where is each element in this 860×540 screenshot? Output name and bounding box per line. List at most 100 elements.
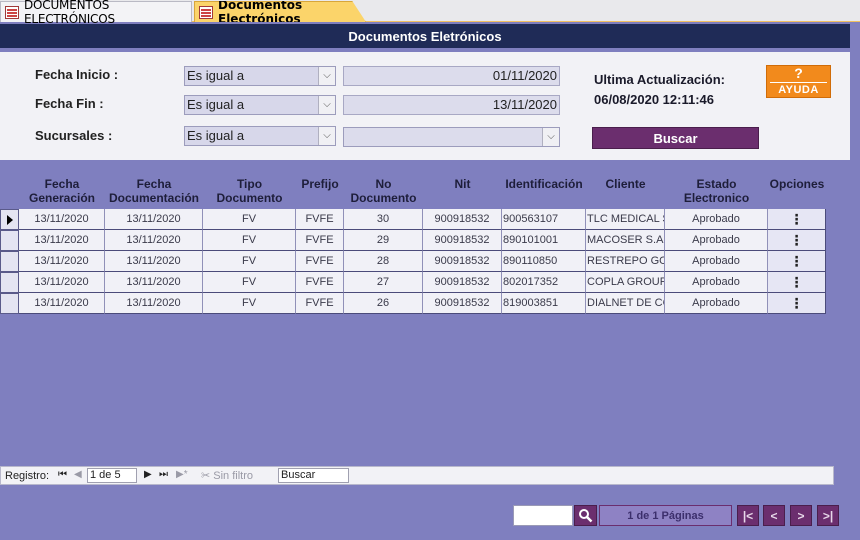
record-selector[interactable] (0, 209, 19, 230)
cell-fecha-generacion[interactable]: 13/11/2020 (19, 293, 105, 314)
cell-nit[interactable]: 900918532 (423, 293, 502, 314)
cell-identificacion[interactable]: 802017352 (502, 272, 586, 293)
chevron-down-icon[interactable]: ⌵ (318, 96, 335, 114)
record-selector[interactable] (0, 272, 19, 293)
cell-cliente[interactable]: MACOSER S.A. (586, 230, 665, 251)
header-cliente[interactable]: Cliente (586, 171, 665, 207)
options-menu-icon[interactable]: ⋮ (768, 230, 826, 251)
sucursales-label: Sucursales : (35, 128, 113, 143)
header-identificacion[interactable]: Identificación (502, 171, 586, 207)
cell-identificacion[interactable]: 890101001 (502, 230, 586, 251)
cell-fecha-documentacion[interactable]: 13/11/2020 (105, 293, 203, 314)
header-estado-electronico[interactable]: Estado Electronico (665, 171, 768, 207)
new-record-icon[interactable]: ▶* (176, 469, 188, 480)
cell-identificacion[interactable]: 900563107 (502, 209, 586, 230)
tab-documentos-electronicos[interactable]: Documentos Electrónicos (194, 1, 366, 22)
cell-identificacion[interactable]: 890110850 (502, 251, 586, 272)
cell-nit[interactable]: 900918532 (423, 230, 502, 251)
last-record-icon[interactable]: ⏭ (159, 469, 168, 480)
current-record-input[interactable]: 1 de 5 (87, 468, 137, 483)
page-number-input[interactable] (513, 505, 573, 526)
cell-estado-electronico[interactable]: Aprobado (665, 293, 768, 314)
cell-no-documento[interactable]: 29 (344, 230, 423, 251)
form-icon (199, 5, 213, 19)
header-fecha-documentacion[interactable]: Fecha Documentación (105, 171, 203, 207)
previous-record-icon[interactable]: ◀ (74, 469, 82, 480)
record-selector[interactable] (0, 251, 19, 272)
cell-fecha-documentacion[interactable]: 13/11/2020 (105, 251, 203, 272)
cell-tipo-documento[interactable]: FV (203, 230, 296, 251)
options-menu-icon[interactable]: ⋮ (768, 209, 826, 230)
cell-estado-electronico[interactable]: Aprobado (665, 251, 768, 272)
header-fecha-generacion[interactable]: Fecha Generación (19, 171, 105, 207)
cell-nit[interactable]: 900918532 (423, 251, 502, 272)
cell-fecha-documentacion[interactable]: 13/11/2020 (105, 209, 203, 230)
chevron-down-icon[interactable]: ⌵ (318, 127, 335, 145)
cell-estado-electronico[interactable]: Aprobado (665, 272, 768, 293)
cell-fecha-documentacion[interactable]: 13/11/2020 (105, 230, 203, 251)
tab-documentos-electronicos-upper[interactable]: DOCUMENTOS ELECTRÓNICOS (0, 0, 192, 26)
cell-prefijo[interactable]: FVFE (296, 293, 344, 314)
next-record-icon[interactable]: ▶ (144, 469, 152, 480)
options-menu-icon[interactable]: ⋮ (768, 272, 826, 293)
fecha-inicio-operator-select[interactable]: Es igual a ⌵ (184, 66, 336, 86)
record-selector[interactable] (0, 293, 19, 314)
cell-prefijo[interactable]: FVFE (296, 251, 344, 272)
table-row[interactable]: 13/11/2020 13/11/2020 FV FVFE 27 9009185… (0, 272, 828, 293)
record-search-input[interactable]: Buscar (278, 468, 349, 483)
cell-nit[interactable]: 900918532 (423, 272, 502, 293)
header-nit[interactable]: Nit (423, 171, 502, 207)
search-button[interactable]: Buscar (592, 127, 759, 149)
options-menu-icon[interactable]: ⋮ (768, 293, 826, 314)
cell-cliente[interactable]: COPLA GROUP (586, 272, 665, 293)
cell-tipo-documento[interactable]: FV (203, 209, 296, 230)
next-page-button[interactable]: > (790, 505, 812, 526)
search-icon[interactable] (574, 505, 597, 526)
cell-fecha-generacion[interactable]: 13/11/2020 (19, 230, 105, 251)
cell-no-documento[interactable]: 26 (344, 293, 423, 314)
cell-tipo-documento[interactable]: FV (203, 251, 296, 272)
first-record-icon[interactable]: ⏮ (58, 469, 67, 480)
cell-no-documento[interactable]: 27 (344, 272, 423, 293)
help-button[interactable]: ? AYUDA (766, 65, 831, 98)
cell-cliente[interactable]: RESTREPO GOM (586, 251, 665, 272)
header-tipo-documento[interactable]: Tipo Documento (203, 171, 296, 207)
sucursales-operator-select[interactable]: Es igual a ⌵ (184, 126, 336, 146)
table-row[interactable]: 13/11/2020 13/11/2020 FV FVFE 29 9009185… (0, 230, 828, 251)
cell-fecha-generacion[interactable]: 13/11/2020 (19, 272, 105, 293)
cell-estado-electronico[interactable]: Aprobado (665, 209, 768, 230)
cell-prefijo[interactable]: FVFE (296, 272, 344, 293)
first-page-button[interactable]: |< (737, 505, 759, 526)
table-row[interactable]: 13/11/2020 13/11/2020 FV FVFE 28 9009185… (0, 251, 828, 272)
chevron-down-icon[interactable]: ⌵ (318, 67, 335, 85)
cell-fecha-documentacion[interactable]: 13/11/2020 (105, 272, 203, 293)
cell-tipo-documento[interactable]: FV (203, 272, 296, 293)
cell-fecha-generacion[interactable]: 13/11/2020 (19, 209, 105, 230)
fecha-fin-operator-select[interactable]: Es igual a ⌵ (184, 95, 336, 115)
cell-no-documento[interactable]: 30 (344, 209, 423, 230)
last-page-button[interactable]: >| (817, 505, 839, 526)
cell-no-documento[interactable]: 28 (344, 251, 423, 272)
table-row[interactable]: 13/11/2020 13/11/2020 FV FVFE 30 9009185… (0, 209, 828, 230)
cell-fecha-generacion[interactable]: 13/11/2020 (19, 251, 105, 272)
cell-cliente[interactable]: TLC MEDICAL S (586, 209, 665, 230)
cell-prefijo[interactable]: FVFE (296, 230, 344, 251)
cell-cliente[interactable]: DIALNET DE CC (586, 293, 665, 314)
cell-nit[interactable]: 900918532 (423, 209, 502, 230)
header-prefijo[interactable]: Prefijo (296, 171, 344, 207)
header-opciones[interactable]: Opciones (768, 171, 826, 207)
fecha-inicio-input[interactable]: 01/11/2020 (343, 66, 560, 86)
header-no-documento[interactable]: No Documento (344, 171, 423, 207)
options-menu-icon[interactable]: ⋮ (768, 251, 826, 272)
cell-estado-electronico[interactable]: Aprobado (665, 230, 768, 251)
table-row[interactable]: 13/11/2020 13/11/2020 FV FVFE 26 9009185… (0, 293, 828, 314)
no-filter-button[interactable]: ✂ Sin filtro (201, 469, 253, 482)
fecha-fin-input[interactable]: 13/11/2020 (343, 95, 560, 115)
cell-tipo-documento[interactable]: FV (203, 293, 296, 314)
record-selector[interactable] (0, 230, 19, 251)
sucursales-select[interactable]: ⌵ (343, 127, 560, 147)
cell-prefijo[interactable]: FVFE (296, 209, 344, 230)
chevron-down-icon[interactable]: ⌵ (542, 128, 559, 146)
cell-identificacion[interactable]: 819003851 (502, 293, 586, 314)
previous-page-button[interactable]: < (763, 505, 785, 526)
